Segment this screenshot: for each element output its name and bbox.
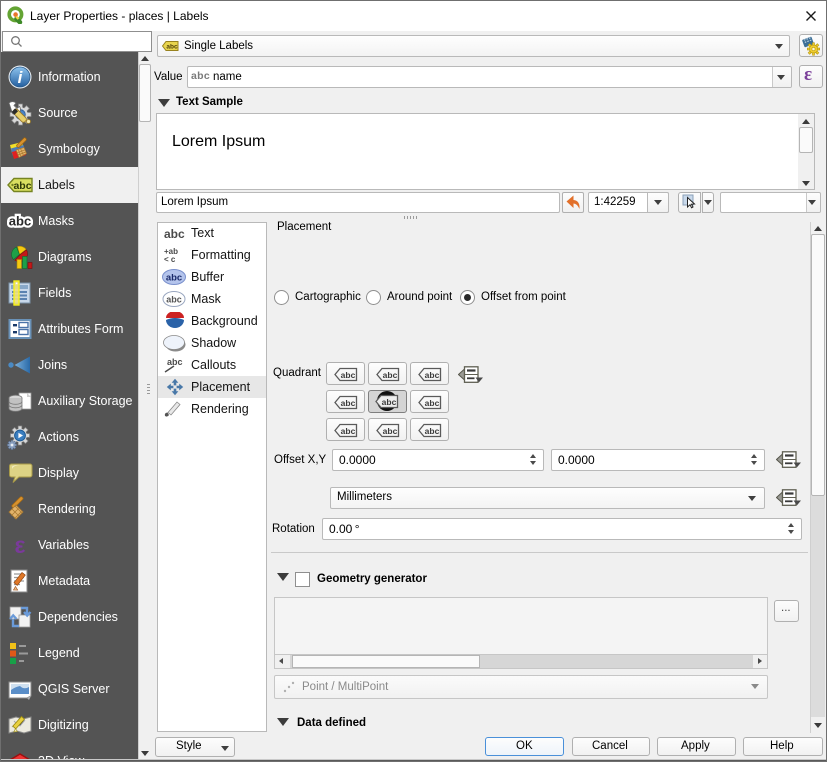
svg-text:abc: abc: [166, 44, 178, 51]
svg-text:abc: abc: [425, 426, 440, 436]
svg-text:abc: abc: [382, 397, 397, 407]
svg-text:abc: abc: [167, 357, 183, 367]
svg-text:abc: abc: [164, 227, 185, 241]
svg-text:abc: abc: [383, 426, 398, 436]
svg-text:abc: abc: [341, 398, 356, 408]
svg-text:abc: abc: [341, 370, 356, 380]
svg-text:< c: < c: [164, 255, 176, 264]
svg-text:abc: abc: [9, 214, 31, 229]
svg-text:abc: abc: [425, 398, 440, 408]
svg-text:abc: abc: [341, 426, 356, 436]
svg-text:abc: abc: [383, 370, 398, 380]
svg-text:abc: abc: [13, 180, 31, 192]
svg-text:abc: abc: [166, 273, 182, 284]
svg-text:ε: ε: [15, 532, 26, 558]
svg-text:abc: abc: [166, 295, 182, 305]
svg-text:abc: abc: [425, 370, 440, 380]
